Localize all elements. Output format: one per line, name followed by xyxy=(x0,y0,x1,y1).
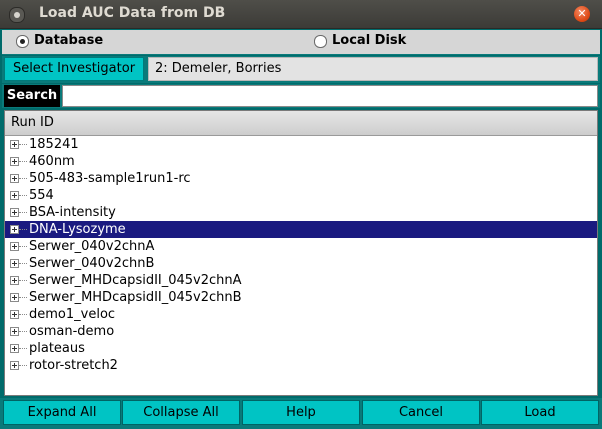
tree-item-label: osman-demo xyxy=(29,324,115,339)
tree-item[interactable]: Serwer_MHDcapsidII_045v2chnA xyxy=(5,272,597,289)
tree-item-label: demo1_veloc xyxy=(29,307,116,322)
tree-expand-icon[interactable] xyxy=(10,327,19,336)
local-disk-radio[interactable] xyxy=(314,35,327,48)
tree-expand-icon[interactable] xyxy=(10,208,19,217)
tree-branch-line xyxy=(19,331,27,333)
local-disk-radio-label[interactable]: Local Disk xyxy=(332,33,406,48)
tree-item[interactable]: Serwer_040v2chnB xyxy=(5,255,597,272)
help-button[interactable]: Help xyxy=(242,400,360,425)
tree-branch-line xyxy=(19,246,27,248)
tree-branch-line xyxy=(19,365,27,367)
tree-items: 185241 460nm 505-483-sample1run1-rc 554 BSA-… xyxy=(5,136,597,374)
search-label: Search xyxy=(4,85,60,107)
investigator-field: 2: Demeler, Borries xyxy=(148,57,598,81)
tree-expand-icon[interactable] xyxy=(10,225,19,234)
tree-column-header[interactable]: Run ID xyxy=(5,111,597,136)
tree-item[interactable]: rotor-stretch2 xyxy=(5,357,597,374)
database-radio-label[interactable]: Database xyxy=(34,33,103,48)
cancel-button[interactable]: Cancel xyxy=(362,400,480,425)
tree-item[interactable]: demo1_veloc xyxy=(5,306,597,323)
tree-item[interactable]: 185241 xyxy=(5,136,597,153)
tree-item-label: rotor-stretch2 xyxy=(29,358,118,373)
tree-item-label: 554 xyxy=(29,188,54,203)
tree-item-label: 185241 xyxy=(29,137,79,152)
tree-item-label: plateaus xyxy=(29,341,85,356)
dialog-window: Load AUC Data from DB ✕ Database Local D… xyxy=(0,0,602,429)
tree-branch-line xyxy=(19,314,27,316)
tree-item-label: Serwer_MHDcapsidII_045v2chnA xyxy=(29,273,242,288)
load-button[interactable]: Load xyxy=(481,400,599,425)
tree-item-label: Serwer_MHDcapsidII_045v2chnB xyxy=(29,290,242,305)
tree-branch-line xyxy=(19,229,27,231)
investigator-row: Select Investigator 2: Demeler, Borries xyxy=(2,56,600,83)
tree-item-label: Serwer_040v2chnB xyxy=(29,256,155,271)
tree-expand-icon[interactable] xyxy=(10,259,19,268)
tree-branch-line xyxy=(19,178,27,180)
close-icon[interactable]: ✕ xyxy=(574,6,590,22)
tree-expand-icon[interactable] xyxy=(10,191,19,200)
tree-expand-icon[interactable] xyxy=(10,242,19,251)
expand-all-button[interactable]: Expand All xyxy=(3,400,121,425)
select-investigator-button[interactable]: Select Investigator xyxy=(4,57,144,81)
tree-item[interactable]: DNA-Lysozyme xyxy=(5,221,597,238)
tree-item[interactable]: 460nm xyxy=(5,153,597,170)
tree-expand-icon[interactable] xyxy=(10,293,19,302)
source-selector: Database Local Disk xyxy=(2,30,600,55)
tree-item[interactable]: 505-483-sample1run1-rc xyxy=(5,170,597,187)
tree-expand-icon[interactable] xyxy=(10,310,19,319)
tree-item-label: 505-483-sample1run1-rc xyxy=(29,171,191,186)
tree-expand-icon[interactable] xyxy=(10,140,19,149)
tree-branch-line xyxy=(19,280,27,282)
column-header-label: Run ID xyxy=(11,115,54,130)
tree-item[interactable]: Serwer_040v2chnA xyxy=(5,238,597,255)
tree-item[interactable]: 554 xyxy=(5,187,597,204)
window-title: Load AUC Data from DB xyxy=(39,5,226,21)
tree-expand-icon[interactable] xyxy=(10,174,19,183)
database-radio[interactable] xyxy=(16,35,29,48)
tree-branch-line xyxy=(19,212,27,214)
tree-expand-icon[interactable] xyxy=(10,157,19,166)
search-input[interactable] xyxy=(62,85,598,107)
tree-branch-line xyxy=(19,195,27,197)
window-menu-icon[interactable] xyxy=(9,7,25,23)
tree-branch-line xyxy=(19,297,27,299)
tree-branch-line xyxy=(19,144,27,146)
tree-expand-icon[interactable] xyxy=(10,361,19,370)
tree-branch-line xyxy=(19,161,27,163)
run-id-tree[interactable]: Run ID 185241 460nm 505-483-sample1run1-rc… xyxy=(4,110,598,396)
tree-expand-icon[interactable] xyxy=(10,344,19,353)
tree-item-label: DNA-Lysozyme xyxy=(29,222,126,237)
tree-item-label: BSA-intensity xyxy=(29,205,116,220)
tree-item[interactable]: Serwer_MHDcapsidII_045v2chnB xyxy=(5,289,597,306)
tree-branch-line xyxy=(19,348,27,350)
search-row: Search xyxy=(2,84,600,108)
tree-branch-line xyxy=(19,263,27,265)
tree-expand-icon[interactable] xyxy=(10,276,19,285)
title-bar[interactable]: Load AUC Data from DB ✕ xyxy=(0,0,602,29)
collapse-all-button[interactable]: Collapse All xyxy=(122,400,240,425)
button-bar: Expand All Collapse All Help Cancel Load xyxy=(0,398,602,429)
tree-item-label: 460nm xyxy=(29,154,75,169)
tree-item[interactable]: plateaus xyxy=(5,340,597,357)
tree-item-label: Serwer_040v2chnA xyxy=(29,239,155,254)
tree-item[interactable]: osman-demo xyxy=(5,323,597,340)
tree-item[interactable]: BSA-intensity xyxy=(5,204,597,221)
